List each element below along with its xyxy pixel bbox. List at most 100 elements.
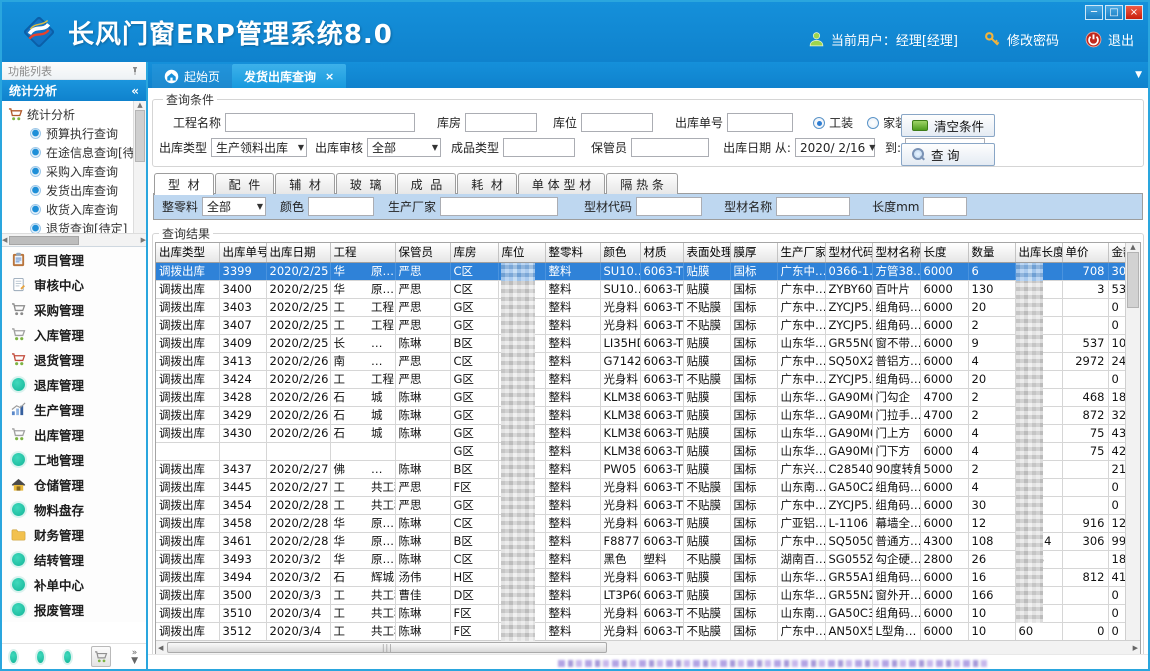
close-button[interactable]: × (1125, 5, 1143, 20)
column-header-整零料[interactable]: 整零料 (545, 243, 600, 262)
material-tab-成品[interactable]: 成 品 (397, 173, 457, 194)
table-row[interactable]: 调拨出库34002020/2/25华原…严思C区4L1F整料SU10…6063-… (156, 280, 1125, 298)
table-vertical-scrollbar[interactable]: ▲ (1125, 243, 1140, 640)
tree-root-node[interactable]: 统计分析 (8, 104, 146, 124)
scroll-left-icon[interactable]: ◀ (2, 236, 7, 244)
table-row[interactable]: 调拨出库34542020/2/28工共工程严思G区1R1F整料光身料6063-T… (156, 496, 1125, 514)
scroll-right-icon[interactable]: ▶ (1131, 644, 1140, 652)
column-header-长度[interactable]: 长度 (920, 243, 968, 262)
tree-hscroll-thumb[interactable] (9, 236, 79, 245)
column-header-出库长度[interactable]: 出库长度 (1015, 243, 1062, 262)
material-tab-型材[interactable]: 型 材 (154, 173, 214, 195)
radio-workwear-icon[interactable] (813, 117, 825, 129)
table-row[interactable]: 调拨出库34292020/2/26石城陈琳G区5R2F整料KLM38176063… (156, 406, 1125, 424)
table-row[interactable]: 调拨出库35002020/3/3工共工程曹佳D区3L1F整料LT3P606063… (156, 586, 1125, 604)
table-horizontal-scrollbar[interactable]: ◀ ||| ▶ (156, 640, 1140, 654)
column-header-单价[interactable]: 单价 (1062, 243, 1108, 262)
column-header-出库日期[interactable]: 出库日期 (266, 243, 330, 262)
table-row[interactable]: 调拨出库35102020/3/4工共工程陈琳F区5R1F整料光身料6063-T5… (156, 604, 1125, 622)
table-row[interactable]: 调拨出库33992020/2/25华原…严思C区2L1F整料SU10…6063-… (156, 262, 1125, 280)
sidebar-module-结转管理[interactable]: 结转管理 (2, 547, 146, 572)
tree-item-收货入库查询[interactable]: 收货入库查询 (8, 200, 146, 219)
column-header-库位[interactable]: 库位 (498, 243, 545, 262)
sidebar-module-退货管理[interactable]: 退货管理 (2, 347, 146, 372)
sidebar-module-审核中心[interactable]: 审核中心 (2, 272, 146, 297)
hscroll-thumb[interactable]: ||| (167, 642, 607, 653)
outbound-audit-select[interactable]: 全部▼ (367, 138, 441, 157)
radio-homewear-icon[interactable] (867, 117, 879, 129)
stats-group-header[interactable]: 统计分析 « (2, 80, 146, 101)
tree-item-采购入库查询[interactable]: 采购入库查询 (8, 162, 146, 181)
keeper-input[interactable] (631, 138, 709, 157)
table-row[interactable]: 调拨出库35122020/3/4工共工程陈琳F区1L2F整料光身料6063-T5… (156, 622, 1125, 640)
sidebar-module-生产管理[interactable]: 生产管理 (2, 397, 146, 422)
table-row[interactable]: 调拨出库34282020/2/26石城陈琳G区2L4F整料KLM38176063… (156, 388, 1125, 406)
footer-cart-button[interactable] (91, 646, 111, 667)
tree-item-在途信息查询[待[interactable]: 在途信息查询[待 (8, 143, 146, 162)
table-row[interactable]: G区3L3F整料KLM38176063-T5贴膜国标山东华…GA90M09…门下… (156, 442, 1125, 460)
column-header-材质[interactable]: 材质 (640, 243, 683, 262)
material-tab-配件[interactable]: 配 件 (215, 173, 275, 194)
column-header-颜色[interactable]: 颜色 (600, 243, 640, 262)
table-row[interactable]: 调拨出库34452020/2/27工共工程严思F区5R1F整料光身料6063-T… (156, 478, 1125, 496)
column-header-出库单号[interactable]: 出库单号 (219, 243, 266, 262)
profile-name-input[interactable] (776, 197, 850, 216)
sidebar-module-出库管理[interactable]: 出库管理 (2, 422, 146, 447)
collapse-icon[interactable]: « (131, 84, 139, 98)
footer-module-icon[interactable] (64, 651, 71, 663)
sidebar-module-物料盘存[interactable]: 物料盘存 (2, 497, 146, 522)
scroll-left-icon[interactable]: ◀ (156, 644, 165, 652)
column-header-膜厚[interactable]: 膜厚 (730, 243, 777, 262)
factory-input[interactable] (440, 197, 558, 216)
column-header-生产厂家[interactable]: 生产厂家 (777, 243, 825, 262)
logout-link[interactable]: 退出 (1108, 30, 1134, 49)
order-no-input[interactable] (727, 113, 793, 132)
table-row[interactable]: 调拨出库34302020/2/26石城陈琳G区3L3F整料KLM38176063… (156, 424, 1125, 442)
scroll-up-icon[interactable]: ▲ (1126, 243, 1140, 251)
column-header-数量[interactable]: 数量 (968, 243, 1015, 262)
minimize-button[interactable]: ─ (1085, 5, 1103, 20)
table-row[interactable]: 调拨出库34072020/2/25工工程严思G区1L1F整料光身料6063-T5… (156, 316, 1125, 334)
clear-conditions-button[interactable]: 清空条件 (901, 114, 995, 137)
outbound-type-select[interactable]: 生产领料出库▼ (211, 138, 307, 157)
table-row[interactable]: 调拨出库34582020/2/28华原…陈琳C区4L1F整料光身料6063-T5… (156, 514, 1125, 532)
tree-vertical-scrollbar[interactable]: ▲ (133, 101, 146, 233)
maximize-button[interactable]: □ (1105, 5, 1123, 20)
material-tab-玻璃[interactable]: 玻 璃 (336, 173, 396, 194)
sidebar-module-报废管理[interactable]: 报废管理 (2, 597, 146, 622)
radio-workwear[interactable]: 工装 (813, 114, 853, 131)
column-header-表面处理[interactable]: 表面处理 (683, 243, 730, 262)
product-type-input[interactable] (503, 138, 575, 157)
sidebar-module-工地管理[interactable]: 工地管理 (2, 447, 146, 472)
table-row[interactable]: 调拨出库34942020/3/2石辉城汤伟H区5R1F整料光身料6063-T5贴… (156, 568, 1125, 586)
tree-horizontal-scrollbar[interactable]: ◀ ▶ (2, 233, 146, 246)
footer-module-icon[interactable] (37, 651, 44, 663)
table-row[interactable]: 调拨出库34092020/2/25长…陈琳B区2R5F整料LI35HD6063-… (156, 334, 1125, 352)
date-from-picker[interactable]: 2020/ 2/16▼ (795, 138, 875, 157)
material-tab-单体型材[interactable]: 单 体 型 材 (518, 173, 605, 194)
column-header-工程[interactable]: 工程 (330, 243, 395, 262)
sidebar-module-仓储管理[interactable]: 仓储管理 (2, 472, 146, 497)
table-row[interactable]: 调拨出库34372020/2/27佛…陈琳B区3R6F整料PW056063-T5… (156, 460, 1125, 478)
sidebar-module-入库管理[interactable]: 入库管理 (2, 322, 146, 347)
column-header-型材代码[interactable]: 型材代码 (825, 243, 872, 262)
sidebar-module-项目管理[interactable]: 项目管理 (2, 247, 146, 272)
scroll-right-icon[interactable]: ▶ (141, 236, 146, 244)
sidebar-module-补单中心[interactable]: 补单中心 (2, 572, 146, 597)
location-input[interactable] (581, 113, 653, 132)
whole-part-select[interactable]: 全部▼ (202, 197, 266, 216)
sidebar-module-财务管理[interactable]: 财务管理 (2, 522, 146, 547)
column-header-出库类型[interactable]: 出库类型 (156, 243, 219, 262)
sidebar-module-退库管理[interactable]: 退库管理 (2, 372, 146, 397)
footer-overflow-chevron[interactable]: »▼ (131, 649, 138, 665)
color-input[interactable] (308, 197, 374, 216)
material-tab-耗材[interactable]: 耗 材 (457, 173, 517, 194)
column-header-金额[interactable]: 金额 (1108, 243, 1125, 262)
table-row[interactable]: 调拨出库34242020/2/26工工程严思G区1L1F整料光身料6063-T5… (156, 370, 1125, 388)
change-password-link[interactable]: 修改密码 (1007, 30, 1059, 49)
tab-overflow-icon[interactable]: ▼ (1135, 70, 1142, 80)
table-row[interactable]: 调拨出库34932020/3/2华原…陈琳C区1L1F整料黑色塑料不贴膜国标湖南… (156, 550, 1125, 568)
scroll-up-icon[interactable]: ▲ (134, 101, 146, 109)
table-row[interactable]: 调拨出库34032020/2/25工工程严思G区1R1F整料光身料6063-T5… (156, 298, 1125, 316)
tab-shipping-outbound-query[interactable]: 发货出库查询 × (232, 64, 346, 88)
